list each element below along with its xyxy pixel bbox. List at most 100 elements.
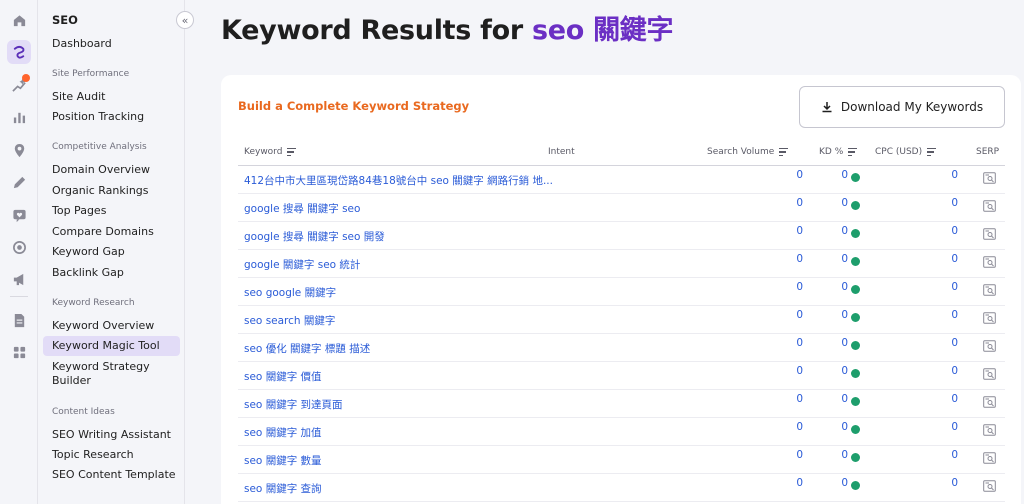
column-header-kd[interactable]: KD % <box>819 147 858 157</box>
column-header-search-volume[interactable]: Search Volume <box>707 147 789 157</box>
sidebar-item-seo-content-template[interactable]: SEO Content Template <box>52 468 176 481</box>
serp-preview-icon[interactable] <box>983 424 996 436</box>
kd-status-dot <box>851 369 860 378</box>
page-title-prefix: Keyword Results for <box>221 15 532 46</box>
serp-preview-icon[interactable] <box>983 396 996 408</box>
kd-status-dot <box>851 425 860 434</box>
serp-preview-icon[interactable] <box>983 480 996 492</box>
sidebar-item-site-audit[interactable]: Site Audit <box>52 90 105 103</box>
sidebar-item-position-tracking[interactable]: Position Tracking <box>52 110 144 123</box>
serp-preview-icon[interactable] <box>983 452 996 464</box>
sparkle-chart-icon[interactable] <box>7 73 31 97</box>
table-row: google 搜尋 關鍵字 seo 開發 0 0 0 <box>238 222 1005 250</box>
keyword-link[interactable]: seo 關鍵字 查詢 <box>244 481 322 496</box>
bar-chart-icon[interactable] <box>7 105 31 129</box>
document-icon[interactable] <box>7 308 31 332</box>
kd-value: 0 <box>841 337 848 349</box>
search-volume-value[interactable]: 0 <box>758 337 803 349</box>
sidebar-item-top-pages[interactable]: Top Pages <box>52 204 106 217</box>
keyword-link[interactable]: google 搜尋 關鍵字 seo <box>244 201 360 216</box>
keyword-link[interactable]: seo 關鍵字 數量 <box>244 453 322 468</box>
serp-preview-icon[interactable] <box>983 172 996 184</box>
kd-status-dot <box>851 285 860 294</box>
search-volume-value[interactable]: 0 <box>758 281 803 293</box>
search-volume-value[interactable]: 0 <box>758 169 803 181</box>
search-volume-value[interactable]: 0 <box>758 197 803 209</box>
column-header-keyword[interactable]: Keyword <box>244 147 297 157</box>
keyword-link[interactable]: seo 關鍵字 加值 <box>244 425 322 440</box>
grid-icon[interactable] <box>7 340 31 364</box>
serp-preview-icon[interactable] <box>983 256 996 268</box>
keyword-strategy-link[interactable]: Build a Complete Keyword Strategy <box>238 99 469 113</box>
table-row: seo google 關鍵字 0 0 0 <box>238 278 1005 306</box>
sidebar-item-keyword-magic-tool[interactable]: Keyword Magic Tool <box>52 339 160 352</box>
keyword-link[interactable]: seo search 關鍵字 <box>244 313 335 328</box>
home-icon[interactable] <box>7 8 31 32</box>
search-volume-value[interactable]: 0 <box>758 253 803 265</box>
sidebar-title: SEO <box>52 13 78 27</box>
sidebar-item-domain-overview[interactable]: Domain Overview <box>52 163 150 176</box>
rail-divider <box>10 296 28 297</box>
sidebar-item-compare-domains[interactable]: Compare Domains <box>52 225 154 238</box>
column-header-cpc[interactable]: CPC (USD) <box>875 147 937 157</box>
cpc-value: 0 <box>951 253 958 265</box>
sidebar-item-keyword-overview[interactable]: Keyword Overview <box>52 319 154 332</box>
pen-icon[interactable] <box>7 170 31 194</box>
chat-heart-icon[interactable] <box>7 203 31 227</box>
kd-status-dot <box>851 313 860 322</box>
serp-preview-icon[interactable] <box>983 312 996 324</box>
table-row: seo search 關鍵字 0 0 0 <box>238 306 1005 334</box>
search-volume-value[interactable]: 0 <box>758 365 803 377</box>
cpc-value: 0 <box>951 337 958 349</box>
keyword-link[interactable]: seo 關鍵字 價值 <box>244 369 322 384</box>
kd-value: 0 <box>841 309 848 321</box>
table-row: google 關鍵字 seo 統計 0 0 0 <box>238 250 1005 278</box>
keyword-link[interactable]: seo google 關鍵字 <box>244 285 336 300</box>
search-volume-value[interactable]: 0 <box>758 449 803 461</box>
icon-rail <box>0 0 38 504</box>
sidebar-item-keyword-gap[interactable]: Keyword Gap <box>52 245 125 258</box>
keyword-link[interactable]: seo 優化 關鍵字 標題 描述 <box>244 341 370 356</box>
results-card: Build a Complete Keyword Strategy Downlo… <box>221 75 1021 504</box>
search-volume-value[interactable]: 0 <box>758 309 803 321</box>
sidebar-item-organic-rankings[interactable]: Organic Rankings <box>52 184 149 197</box>
megaphone-icon[interactable] <box>7 267 31 291</box>
cpc-value: 0 <box>951 421 958 433</box>
serp-preview-icon[interactable] <box>983 368 996 380</box>
sidebar-item-backlink-gap[interactable]: Backlink Gap <box>52 266 124 279</box>
sidebar: SEO Dashboard Site Performance Site Audi… <box>38 0 185 504</box>
cpc-value: 0 <box>951 449 958 461</box>
serp-preview-icon[interactable] <box>983 284 996 296</box>
serp-preview-icon[interactable] <box>983 340 996 352</box>
keyword-link[interactable]: google 搜尋 關鍵字 seo 開發 <box>244 229 385 244</box>
download-keywords-button[interactable]: Download My Keywords <box>799 86 1005 128</box>
sidebar-item-builder[interactable]: Builder <box>52 374 91 387</box>
location-pin-icon[interactable] <box>7 138 31 162</box>
sidebar-item-dashboard[interactable]: Dashboard <box>52 37 112 50</box>
search-volume-value[interactable]: 0 <box>758 477 803 489</box>
sidebar-item-keyword-strategy[interactable]: Keyword Strategy <box>52 360 150 373</box>
keyword-link[interactable]: seo 關鍵字 到達頁面 <box>244 397 343 412</box>
cpc-value: 0 <box>951 197 958 209</box>
sidebar-item-topic-research[interactable]: Topic Research <box>52 448 134 461</box>
sidebar-item-seo-writing-assistant[interactable]: SEO Writing Assistant <box>52 428 171 441</box>
search-volume-value[interactable]: 0 <box>758 393 803 405</box>
target-icon[interactable] <box>7 235 31 259</box>
search-volume-value[interactable]: 0 <box>758 421 803 433</box>
notification-dot <box>22 74 30 82</box>
kd-value: 0 <box>841 197 848 209</box>
serp-preview-icon[interactable] <box>983 228 996 240</box>
download-icon <box>822 102 832 113</box>
collapse-sidebar-button[interactable]: « <box>176 11 194 29</box>
sidebar-group-content-ideas: Content Ideas <box>52 407 115 417</box>
keyword-link[interactable]: 412台中市大里區現岱路84巷18號台中 seo 關鍵字 網路行銷 地... <box>244 173 553 188</box>
search-volume-value[interactable]: 0 <box>758 225 803 237</box>
column-header-intent: Intent <box>548 147 575 157</box>
table-row: google 搜尋 關鍵字 seo 0 0 0 <box>238 194 1005 222</box>
table-row: seo 優化 關鍵字 標題 描述 0 0 0 <box>238 334 1005 362</box>
table-row: seo 關鍵字 查詢 0 0 0 <box>238 474 1005 502</box>
keyword-link[interactable]: google 關鍵字 seo 統計 <box>244 257 360 272</box>
seo-icon[interactable] <box>7 40 31 64</box>
serp-preview-icon[interactable] <box>983 200 996 212</box>
kd-value: 0 <box>841 421 848 433</box>
